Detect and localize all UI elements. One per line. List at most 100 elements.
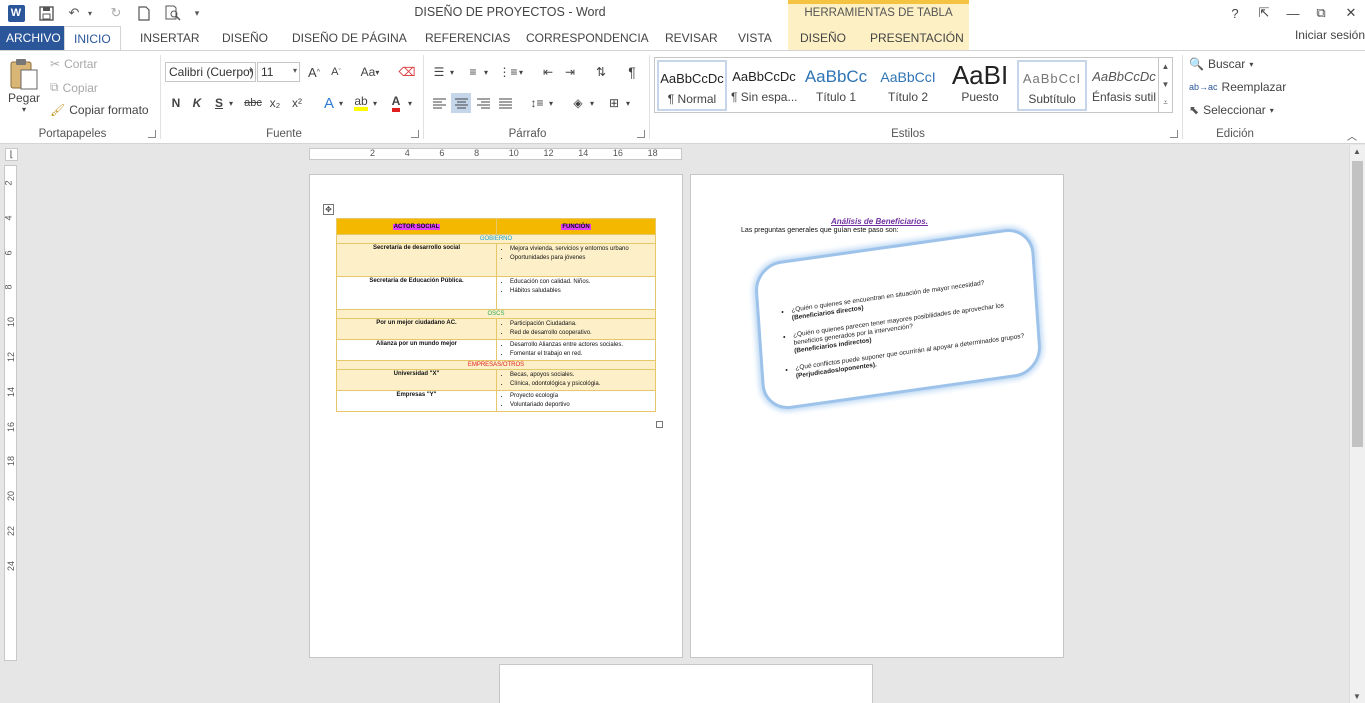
paste-button[interactable]: Pegar ▾ — [8, 57, 40, 114]
tab-design[interactable]: DISEÑO — [213, 26, 277, 50]
tab-selector[interactable]: ⌊ — [5, 148, 18, 161]
sort-icon[interactable]: ⇅ — [591, 62, 611, 82]
vertical-ruler[interactable]: 2 4 6 8 10 12 14 16 18 20 22 24 — [4, 165, 17, 661]
ribbon-display-options-icon[interactable]: ⇱ — [1253, 3, 1275, 23]
font-launcher-icon[interactable] — [411, 130, 419, 138]
align-right-icon[interactable] — [473, 93, 493, 113]
paste-dropdown-icon[interactable]: ▾ — [22, 105, 26, 114]
line-spacing-dropdown-icon[interactable]: ▾ — [545, 93, 557, 113]
function-cell[interactable]: Desarrollo Alianzas entre actores social… — [496, 339, 656, 361]
table-move-handle-icon[interactable]: ✥ — [323, 204, 334, 215]
tab-review[interactable]: REVISAR — [656, 26, 727, 50]
tab-table-design[interactable]: DISEÑO — [788, 26, 859, 50]
function-cell[interactable]: Educación con calidad. Niños.Hábitos sal… — [496, 276, 656, 310]
horizontal-ruler[interactable]: 2 4 6 8 10 12 14 16 18 — [309, 148, 682, 160]
select-button[interactable]: ⬉ Seleccionar ▾ — [1189, 103, 1274, 117]
clear-formatting-icon[interactable]: ⌫ — [397, 62, 417, 82]
numbering-dropdown-icon[interactable]: ▾ — [480, 62, 492, 82]
underline-dropdown-icon[interactable]: ▾ — [225, 93, 237, 113]
decrease-indent-icon[interactable]: ⇤ — [538, 62, 558, 82]
function-cell[interactable]: Becas, apoyos sociales.Clínica, odontoló… — [496, 369, 656, 391]
questions-callout-shape[interactable]: ¿Quién o quienes se encuentran en situac… — [753, 225, 1043, 413]
undo-icon[interactable]: ↶ — [64, 3, 84, 23]
page-3[interactable] — [499, 664, 873, 703]
tab-references[interactable]: REFERENCIAS — [416, 26, 519, 50]
align-left-icon[interactable] — [429, 93, 449, 113]
line-spacing-icon[interactable]: ↕≡ — [527, 93, 547, 113]
shading-icon[interactable]: ◈ — [568, 93, 588, 113]
minimize-icon[interactable]: — — [1282, 3, 1304, 23]
actor-cell[interactable]: Alianza por un mundo mejor — [336, 339, 497, 361]
actor-cell[interactable]: Empresas "Y" — [336, 390, 497, 412]
actors-table[interactable]: ACTOR SOCIAL FUNCIÓN GOBIERNO Secretaría … — [336, 218, 656, 412]
tab-mailings[interactable]: CORRESPONDENCIA — [517, 26, 658, 50]
close-icon[interactable]: ✕ — [1340, 3, 1362, 23]
bold-button[interactable]: N — [166, 93, 186, 113]
print-preview-icon[interactable] — [162, 3, 184, 23]
more-styles-icon[interactable]: ⩡ — [1163, 98, 1168, 108]
section-title-cell[interactable]: OSCS — [336, 309, 656, 319]
section-title-cell[interactable]: GOBIERNO — [336, 234, 656, 244]
vertical-scrollbar[interactable]: ▲ ▼ — [1349, 145, 1365, 703]
tab-table-layout[interactable]: PRESENTACIÓN — [853, 26, 969, 50]
grow-font-button[interactable]: A ^ — [304, 62, 324, 82]
replace-button[interactable]: ab→ac Reemplazar — [1189, 80, 1286, 94]
font-size-combo[interactable]: 11 ▾ — [257, 62, 300, 82]
tab-view[interactable]: VISTA — [729, 26, 781, 50]
style-heading1[interactable]: AaBbCc Título 1 — [801, 60, 871, 111]
scroll-down-icon[interactable]: ▼ — [1353, 692, 1361, 701]
justify-icon[interactable] — [495, 93, 515, 113]
actor-cell[interactable]: Secretaría de desarrollo social — [336, 243, 497, 277]
style-title[interactable]: AaBI Puesto — [945, 60, 1015, 111]
tab-page-layout[interactable]: DISEÑO DE PÁGINA — [283, 26, 416, 50]
borders-dropdown-icon[interactable]: ▾ — [622, 93, 634, 113]
page-1[interactable]: ✥ ACTOR SOCIAL FUNCIÓN GOBIERNO Secretarí… — [309, 174, 683, 658]
shading-dropdown-icon[interactable]: ▾ — [586, 93, 598, 113]
customize-toolbar-icon[interactable]: ▾ — [191, 3, 203, 23]
subscript-button[interactable]: x₂ — [265, 93, 285, 113]
style-subtitle[interactable]: AaBbCcI Subtítulo — [1017, 60, 1087, 111]
paragraph-launcher-icon[interactable] — [637, 130, 645, 138]
styles-gallery-scroll[interactable]: ▲ ▼ ⩡ — [1159, 57, 1173, 113]
font-color-dropdown-icon[interactable]: ▾ — [404, 93, 416, 113]
highlight-icon[interactable]: ab — [351, 93, 371, 113]
change-case-button[interactable]: Aa ▾ — [356, 62, 384, 82]
actor-cell[interactable]: Por un mejor ciudadano AC. — [336, 318, 497, 340]
scroll-down-icon[interactable]: ▼ — [1162, 80, 1170, 89]
style-normal[interactable]: AaBbCcDc ¶ Normal — [657, 60, 727, 111]
multilevel-dropdown-icon[interactable]: ▾ — [515, 62, 527, 82]
show-formatting-icon[interactable]: ¶ — [622, 62, 642, 82]
restore-icon[interactable]: ⧉ — [1310, 3, 1332, 23]
actor-cell[interactable]: Secretaría de Educación Pública. — [336, 276, 497, 310]
font-color-icon[interactable]: A — [386, 93, 406, 113]
find-button[interactable]: 🔍 Buscar ▾ — [1189, 57, 1253, 71]
style-no-spacing[interactable]: AaBbCcDc ¶ Sin espa... — [729, 60, 799, 111]
font-name-combo[interactable]: Calibri (Cuerpo) ▾ — [165, 62, 256, 82]
new-document-icon[interactable] — [134, 3, 154, 23]
copy-button[interactable]: ⧉ Copiar — [50, 80, 98, 95]
help-icon[interactable]: ? — [1224, 3, 1246, 23]
clipboard-launcher-icon[interactable] — [148, 130, 156, 138]
page-2[interactable]: Análisis de Beneficiarios. Las preguntas… — [690, 174, 1064, 658]
cut-button[interactable]: ✂ Cortar — [50, 57, 97, 71]
text-effects-dropdown-icon[interactable]: ▾ — [335, 93, 347, 113]
table-resize-handle[interactable] — [656, 421, 663, 428]
function-cell[interactable]: Participación Ciudadana.Red de desarroll… — [496, 318, 656, 340]
bullets-dropdown-icon[interactable]: ▾ — [446, 62, 458, 82]
word-app-icon[interactable]: W — [6, 3, 26, 23]
borders-icon[interactable]: ⊞ — [604, 93, 624, 113]
scroll-up-icon[interactable]: ▲ — [1162, 62, 1170, 71]
superscript-button[interactable]: x² — [287, 93, 307, 113]
style-heading2[interactable]: AaBbCcI Título 2 — [873, 60, 943, 111]
tab-insert[interactable]: INSERTAR — [131, 26, 209, 50]
sign-in-link[interactable]: Iniciar sesión — [1295, 26, 1365, 50]
highlight-dropdown-icon[interactable]: ▾ — [369, 93, 381, 113]
tab-file[interactable]: ARCHIVO — [0, 26, 67, 50]
italic-button[interactable]: K — [187, 93, 207, 113]
collapse-ribbon-icon[interactable]: ︿ — [1342, 125, 1362, 145]
shrink-font-button[interactable]: Aˇ — [326, 62, 346, 82]
tab-home[interactable]: INICIO — [64, 26, 121, 51]
save-icon[interactable] — [36, 3, 56, 23]
strikethrough-button[interactable]: abc — [243, 93, 263, 113]
redo-icon[interactable]: ↻ — [106, 3, 126, 23]
